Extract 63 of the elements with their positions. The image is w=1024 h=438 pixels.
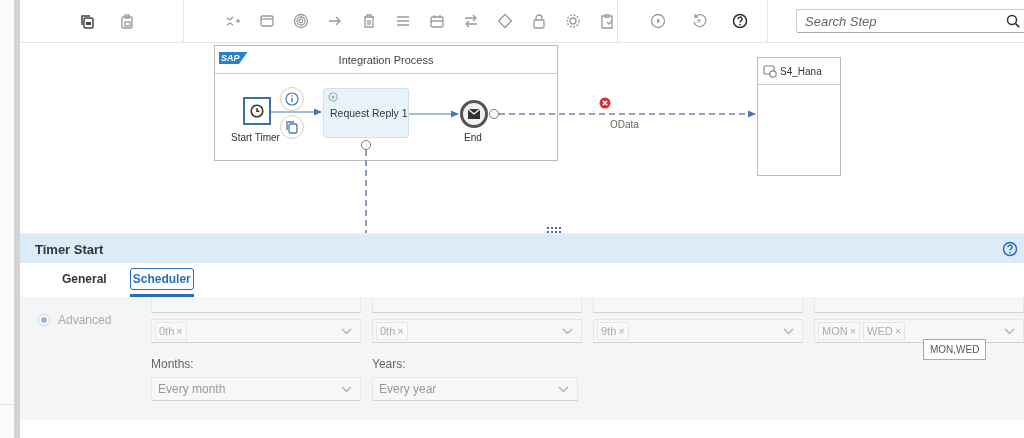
panel-title: Timer Start: [35, 241, 104, 257]
remove-token-icon[interactable]: ×: [849, 325, 857, 337]
dropdown-field[interactable]: Every year: [372, 377, 578, 401]
sequence-arrow: [408, 110, 459, 118]
multi-select-field[interactable]: MON × WED ×: [814, 319, 1024, 343]
window-icon[interactable]: [258, 12, 276, 30]
lock-icon[interactable]: [530, 12, 548, 30]
swap-icon[interactable]: [462, 12, 480, 30]
multi-select-field[interactable]: 0th ×: [151, 319, 361, 343]
system-icon: [763, 64, 777, 78]
chevron-down-icon: [558, 385, 569, 393]
calendar-icon[interactable]: [428, 12, 446, 30]
token-chip[interactable]: 9th ×: [597, 322, 629, 340]
resize-grip-icon[interactable]: [547, 227, 561, 233]
info-button[interactable]: [280, 87, 304, 111]
remove-token-icon[interactable]: ×: [176, 325, 183, 337]
radio-button[interactable]: [38, 314, 50, 326]
connection-port: [361, 140, 371, 150]
multi-select-field[interactable]: 9th ×: [593, 319, 803, 343]
info-icon[interactable]: [285, 92, 299, 106]
sequence-arrow: [270, 108, 322, 116]
tab[interactable]: General: [59, 268, 110, 297]
sap-logo: SAP: [219, 52, 248, 64]
step-label: Request Reply 1: [330, 107, 408, 119]
paste-icon[interactable]: [118, 12, 136, 30]
chevron-down-icon: [341, 385, 352, 393]
request-reply-step[interactable]: Request Reply 1: [323, 88, 409, 138]
remove-token-icon[interactable]: ×: [618, 325, 625, 337]
field-label: Years:: [372, 357, 407, 371]
end-event[interactable]: [460, 100, 488, 128]
multi-select-field[interactable]: 0th ×: [372, 319, 582, 343]
target-icon[interactable]: [292, 12, 310, 30]
copy-button[interactable]: [280, 115, 304, 139]
chevron-down-icon: [341, 327, 352, 335]
clipboard-icon[interactable]: [598, 12, 616, 30]
token-chip[interactable]: 0th ×: [155, 322, 187, 340]
token-chip[interactable]: 0th ×: [376, 322, 408, 340]
chevron-down-icon: [562, 327, 573, 335]
connection-port: [489, 109, 499, 119]
pool-title: Integration Process: [338, 53, 434, 66]
token-chip[interactable]: MON ×: [818, 322, 861, 340]
field-label: Months:: [151, 357, 195, 371]
tooltip: MON,WED: [923, 339, 987, 360]
radio-label: Advanced: [58, 313, 112, 327]
receiver-label: S4_Hana: [780, 65, 822, 77]
step-label: Start Timer: [231, 132, 280, 143]
connection-label: OData: [610, 119, 639, 130]
play-icon[interactable]: [649, 12, 667, 30]
dropdown-field[interactable]: Every month: [151, 377, 361, 401]
search-field[interactable]: Search Step: [796, 9, 1024, 33]
envelope-icon: [467, 108, 481, 120]
timer-event[interactable]: [243, 97, 271, 125]
token-chip[interactable]: WED ×: [863, 322, 906, 340]
step-label: End: [464, 132, 482, 143]
clock-icon: [250, 104, 264, 118]
remove-token-icon[interactable]: ×: [397, 325, 404, 337]
help-icon[interactable]: [731, 12, 749, 30]
search-icon[interactable]: [1006, 14, 1020, 28]
chevron-down-icon: [783, 327, 794, 335]
remove-token-icon[interactable]: ×: [894, 325, 902, 337]
chevron-down-icon: [1004, 327, 1015, 335]
diamond-icon[interactable]: [496, 12, 514, 30]
copy-icon[interactable]: [78, 12, 96, 30]
